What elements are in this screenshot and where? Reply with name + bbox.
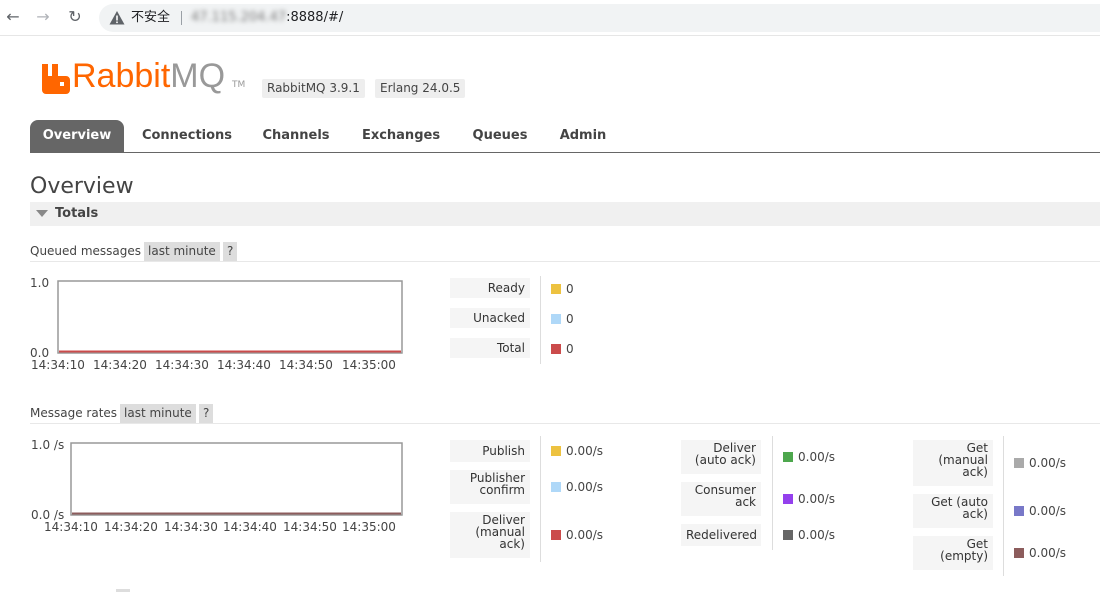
page-title: Overview <box>30 174 134 199</box>
forward-icon[interactable]: → <box>32 6 54 28</box>
queued-x-tick: 14:34:40 <box>217 358 271 372</box>
address-bar[interactable]: 不安全 47.115.204.47:8888/#/ <box>99 4 1100 32</box>
tab-admin[interactable]: Admin <box>552 120 614 152</box>
legend-get-manual-ack-value: 0.00/s <box>1029 456 1067 470</box>
warning-icon <box>109 11 125 25</box>
rates-x-tick: 14:34:30 <box>164 520 218 534</box>
legend-ready: Ready <box>450 278 530 298</box>
tab-queues[interactable]: Queues <box>464 120 536 152</box>
legend-get-auto-ack-swatch <box>1014 506 1024 516</box>
queued-y-max: 1.0 <box>30 276 50 290</box>
legend-publish: Publish <box>450 440 530 462</box>
legend-deliver-auto-ack: Deliver (auto ack) <box>681 440 761 474</box>
queued-legend-divider <box>540 276 541 364</box>
queued-x-tick: 14:34:30 <box>155 358 209 372</box>
legend-get-empty: Get (empty) <box>913 536 993 570</box>
insecure-label: 不安全 <box>131 10 171 25</box>
back-icon[interactable]: ← <box>2 6 24 28</box>
queued-x-tick: 14:34:10 <box>31 358 85 372</box>
legend-total-swatch <box>551 344 561 354</box>
queued-x-tick: 14:34:20 <box>93 358 147 372</box>
legend-get-manual-ack-swatch <box>1014 458 1024 468</box>
tab-exchanges[interactable]: Exchanges <box>355 120 447 152</box>
legend-unacked-swatch <box>551 314 561 324</box>
queued-chart-frame <box>57 280 403 354</box>
legend-publisher-confirm-value: 0.00/s <box>566 480 604 494</box>
legend-publisher-confirm: Publisher confirm <box>450 470 530 504</box>
rates-col3-divider <box>1003 436 1004 576</box>
rates-divider <box>30 423 1100 424</box>
rates-x-tick: 14:35:00 <box>342 520 396 534</box>
queued-divider <box>30 261 1100 262</box>
rabbit-logo-icon <box>42 64 70 94</box>
rates-y-max: 1.0 /s <box>31 438 65 452</box>
erlang-version-badge: Erlang 24.0.5 <box>375 79 466 98</box>
rates-range-selector[interactable]: last minute <box>120 404 196 423</box>
legend-redelivered: Redelivered <box>681 524 761 546</box>
legend-publish-value: 0.00/s <box>566 444 604 458</box>
legend-get-auto-ack: Get (auto ack) <box>913 494 993 528</box>
rates-x-tick: 14:34:50 <box>283 520 337 534</box>
legend-consumer-ack-value: 0.00/s <box>798 492 836 506</box>
tab-connections[interactable]: Connections <box>134 120 240 152</box>
legend-unacked-value: 0 <box>566 312 574 326</box>
queued-messages-title: Queued messages <box>30 244 142 258</box>
url-text: 47.115.204.47:8888/#/ <box>191 9 343 27</box>
logo-rabbit-text: Rabbit <box>72 57 171 95</box>
logo-mq-text: MQ <box>170 57 226 95</box>
legend-publisher-confirm-swatch <box>551 482 561 492</box>
legend-total: Total <box>450 338 530 358</box>
legend-get-manual-ack: Get (manual ack) <box>913 440 993 486</box>
message-rates-title: Message rates <box>30 406 118 420</box>
legend-consumer-ack-swatch <box>783 494 793 504</box>
totals-section-toggle[interactable]: Totals <box>30 202 1100 226</box>
rates-x-tick: 14:34:20 <box>104 520 158 534</box>
tab-channels[interactable]: Channels <box>256 120 336 152</box>
totals-title: Totals <box>55 206 99 221</box>
url-host: 47.115.204.47 <box>191 10 287 25</box>
legend-consumer-ack: Consumer ack <box>681 482 761 516</box>
legend-deliver-auto-ack-value: 0.00/s <box>798 450 836 464</box>
rates-col2-divider <box>772 436 773 550</box>
queued-x-tick: 14:34:50 <box>279 358 333 372</box>
legend-ready-value: 0 <box>566 282 574 296</box>
rates-x-tick: 14:34:10 <box>44 520 98 534</box>
rates-help-button[interactable]: ? <box>199 404 214 423</box>
url-path: :8888/#/ <box>286 10 344 25</box>
queued-help-button[interactable]: ? <box>223 242 238 261</box>
rates-col1-divider <box>540 436 541 562</box>
queued-x-tick: 14:35:00 <box>342 358 396 372</box>
browser-toolbar: ← → ↻ 不安全 47.115.204.47:8888/#/ <box>0 0 1100 36</box>
legend-ready-swatch <box>551 284 561 294</box>
rates-chart-frame <box>70 442 403 516</box>
legend-redelivered-value: 0.00/s <box>798 528 836 542</box>
rates-x-tick: 14:34:40 <box>223 520 277 534</box>
legend-deliver-manual-ack-swatch <box>551 530 561 540</box>
legend-get-auto-ack-value: 0.00/s <box>1029 504 1067 518</box>
legend-deliver-auto-ack-swatch <box>783 452 793 462</box>
legend-publish-swatch <box>551 446 561 456</box>
legend-unacked: Unacked <box>450 308 530 328</box>
logo-wordmark: RabbitMQ <box>72 56 225 96</box>
queued-messages-chart <box>57 280 403 354</box>
main-tabs: Overview Connections Channels Exchanges … <box>30 120 1100 153</box>
address-separator <box>181 11 182 25</box>
legend-redelivered-swatch <box>783 530 793 540</box>
legend-total-value: 0 <box>566 342 574 356</box>
tab-overview[interactable]: Overview <box>30 120 124 152</box>
legend-deliver-manual-ack: Deliver (manual ack) <box>450 512 530 558</box>
collapse-triangle-icon <box>36 210 48 217</box>
legend-deliver-manual-ack-value: 0.00/s <box>566 528 604 542</box>
legend-get-empty-swatch <box>1014 548 1024 558</box>
queued-range-selector[interactable]: last minute <box>144 242 220 261</box>
logo-trademark: TM <box>232 80 246 90</box>
message-rates-chart <box>70 442 403 516</box>
legend-get-empty-value: 0.00/s <box>1029 546 1067 560</box>
rabbitmq-version-badge: RabbitMQ 3.9.1 <box>262 79 365 98</box>
reload-icon[interactable]: ↻ <box>64 6 86 28</box>
